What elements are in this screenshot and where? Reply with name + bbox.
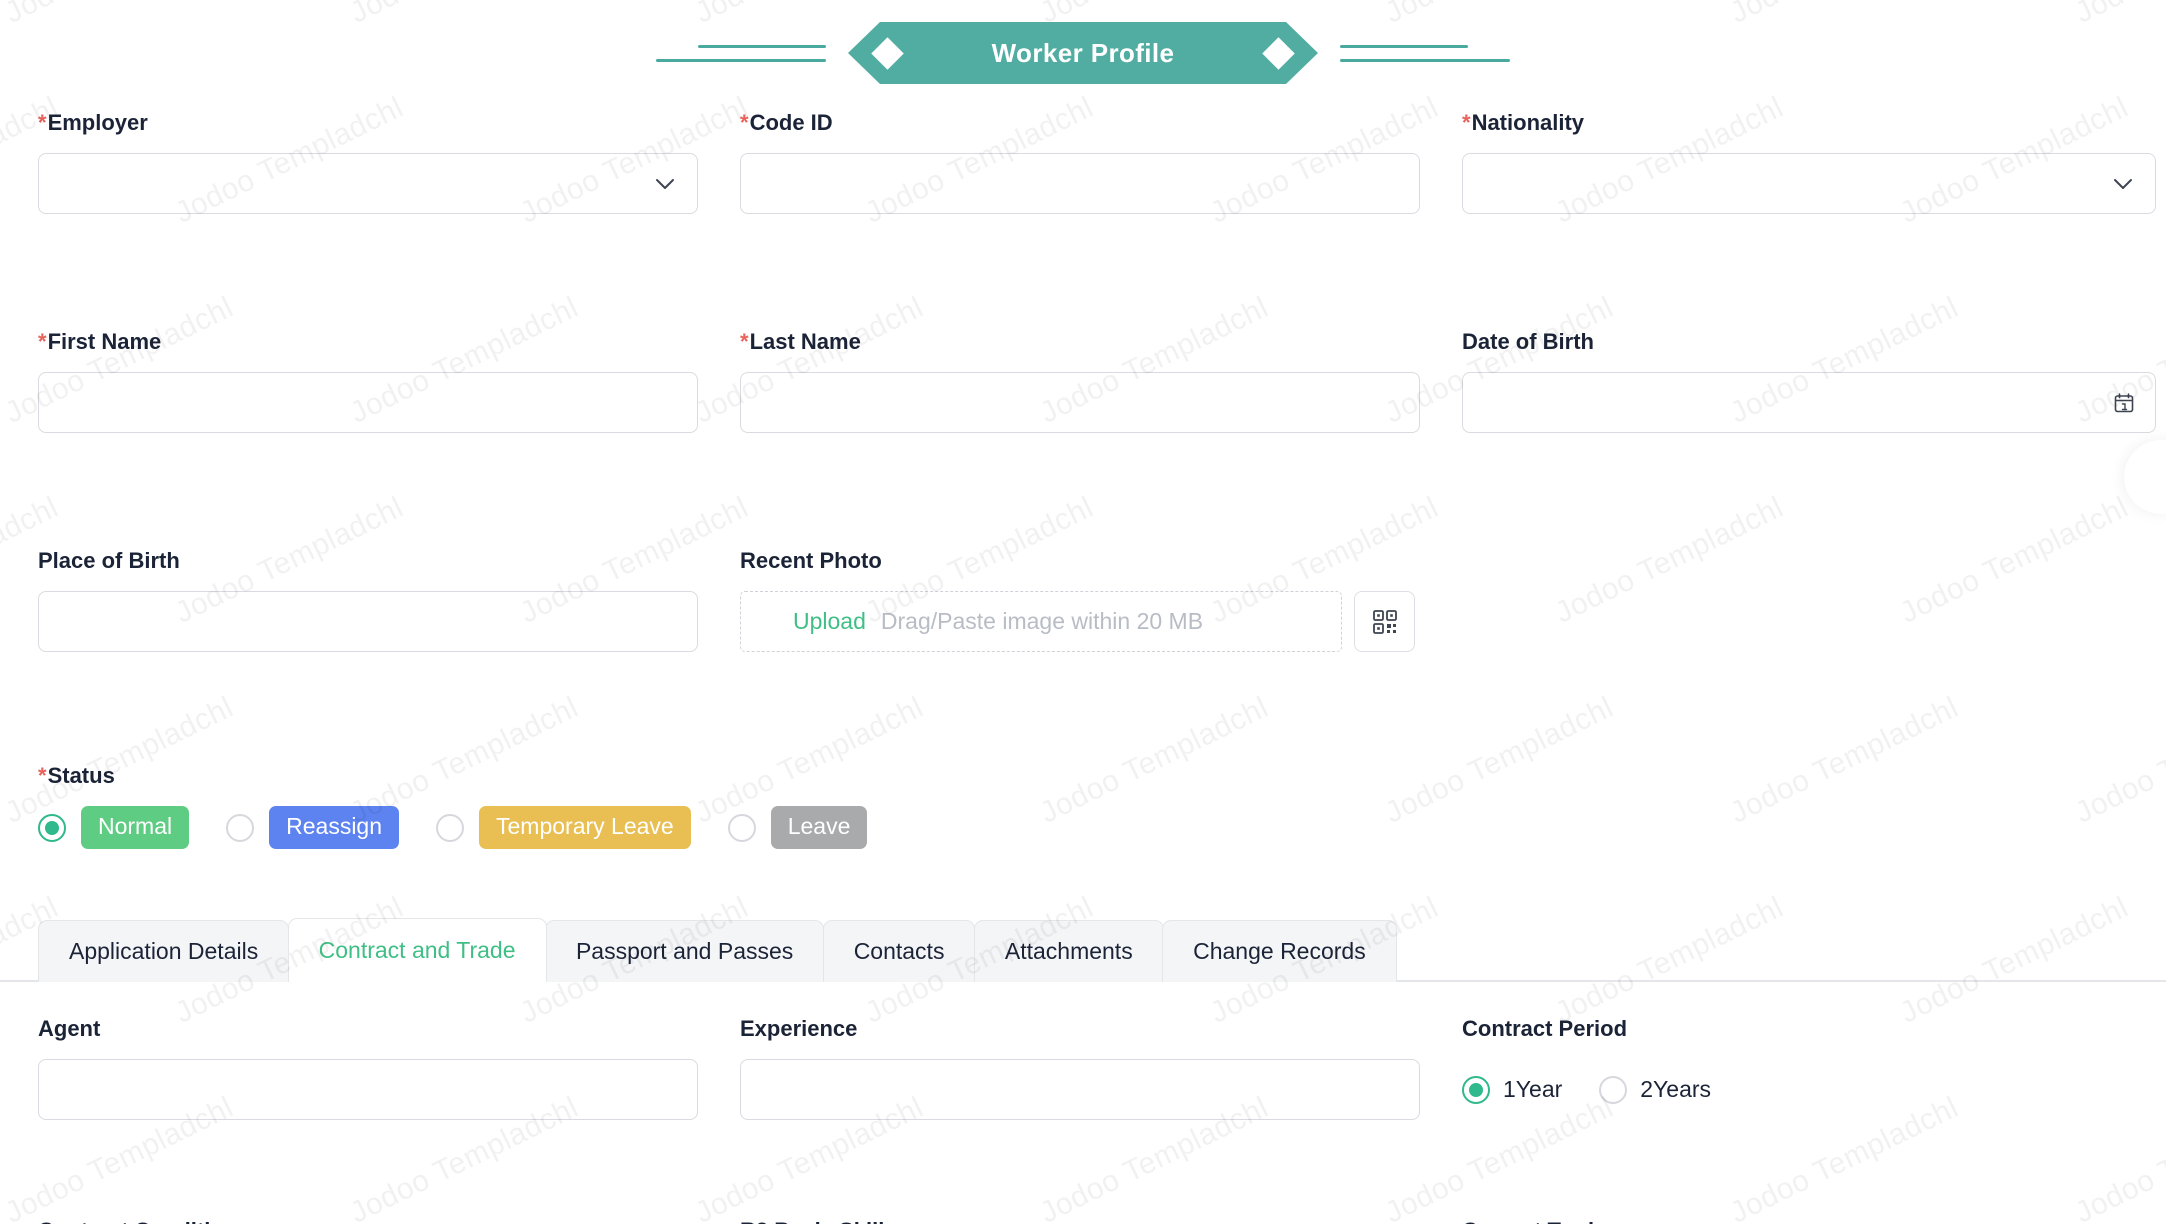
- banner-plate: Worker Profile: [848, 22, 1318, 84]
- field-nationality: *Nationality: [1444, 112, 2166, 214]
- label-experience: Experience: [740, 1016, 858, 1041]
- tab-passport-and-passes[interactable]: Passport and Passes: [544, 920, 825, 982]
- field-experience: Experience: [722, 1018, 1444, 1120]
- form-row-birth-photo: Place of Birth Recent Photo Upload Drag/…: [0, 550, 2166, 652]
- chevron-down-icon: [655, 178, 675, 190]
- last-name-input[interactable]: [740, 372, 1420, 433]
- contract-period-label: 2Years: [1640, 1076, 1712, 1102]
- required-marker: *: [740, 110, 749, 135]
- field-contract-condition: Contract Condition: [0, 1220, 722, 1224]
- tab-change-records[interactable]: Change Records: [1162, 920, 1397, 982]
- employer-select[interactable]: [38, 153, 698, 214]
- form-body: *Employer *Code ID *Nationality *First N…: [0, 112, 2166, 1224]
- upload-dropzone[interactable]: Upload Drag/Paste image within 20 MB: [740, 591, 1342, 652]
- label-employer: *Employer: [38, 110, 148, 135]
- label-contract-period: Contract Period: [1462, 1016, 1628, 1041]
- form-row-identity: *Employer *Code ID *Nationality: [0, 112, 2166, 214]
- status-radio-group: Normal Reassign Temporary Leave Leave: [38, 806, 2166, 849]
- code-id-input[interactable]: [740, 153, 1420, 214]
- label-nationality: *Nationality: [1462, 110, 1585, 135]
- label-place-of-birth: Place of Birth: [38, 548, 180, 573]
- form-cell-spacer: [1444, 550, 2166, 652]
- field-recent-photo: Recent Photo Upload Drag/Paste image wit…: [722, 550, 1444, 652]
- form-title-banner: Worker Profile: [0, 22, 2166, 84]
- form-row-name: *First Name *Last Name Date of Birth: [0, 331, 2166, 433]
- page-title: Worker Profile: [991, 37, 1175, 68]
- contract-period-label: 1Year: [1503, 1076, 1563, 1102]
- recent-photo-uploader: Upload Drag/Paste image within 20 MB: [740, 591, 1420, 652]
- label-current-trade: Current Trade: [1462, 1220, 2156, 1224]
- diamond-icon-left: [871, 37, 904, 70]
- status-badge: Normal: [81, 806, 190, 849]
- field-first-name: *First Name: [0, 331, 722, 433]
- status-option-temporary-leave[interactable]: Temporary Leave: [436, 806, 691, 849]
- form-row-contract-skill-trade: Contract Condition R2 Basic Skill Curren…: [0, 1220, 2166, 1224]
- radio-icon-selected[interactable]: [38, 813, 66, 842]
- banner-decoration-right: [1340, 44, 1510, 62]
- required-marker: *: [1462, 110, 1471, 135]
- status-badge: Temporary Leave: [479, 806, 691, 849]
- label-first-name: *First Name: [38, 329, 162, 354]
- chevron-down-icon: [2113, 178, 2133, 190]
- tab-contract-and-trade[interactable]: Contract and Trade: [287, 918, 547, 984]
- label-r2-basic-skill: R2 Basic Skill: [740, 1220, 1420, 1224]
- label-date-of-birth: Date of Birth: [1462, 329, 1594, 354]
- field-place-of-birth: Place of Birth: [0, 550, 722, 652]
- radio-icon[interactable]: [436, 813, 465, 842]
- form-row-agent-experience: Agent Experience Contract Period 1Year 2…: [0, 1018, 2166, 1120]
- tab-bar: Application Details Contract and Trade P…: [0, 918, 2166, 984]
- nationality-select[interactable]: [1462, 153, 2156, 214]
- label-agent: Agent: [38, 1016, 101, 1041]
- contract-period-radio-group: 1Year 2Years: [1462, 1059, 2156, 1120]
- radio-icon-selected[interactable]: [1462, 1075, 1490, 1104]
- tab-attachments[interactable]: Attachments: [973, 920, 1164, 982]
- experience-input[interactable]: [740, 1059, 1420, 1120]
- place-of-birth-input[interactable]: [38, 591, 698, 652]
- radio-icon[interactable]: [1599, 1075, 1628, 1104]
- calendar-icon[interactable]: [2113, 392, 2135, 414]
- banner-decoration-left: [656, 44, 826, 62]
- date-of-birth-input[interactable]: [1462, 372, 2156, 433]
- field-date-of-birth: Date of Birth: [1444, 331, 2166, 433]
- required-marker: *: [38, 329, 47, 354]
- field-employer: *Employer: [0, 112, 722, 214]
- qr-code-icon: [1372, 609, 1397, 634]
- label-contract-condition: Contract Condition: [38, 1220, 698, 1224]
- status-badge: Leave: [770, 806, 868, 849]
- label-code-id: *Code ID: [740, 110, 833, 135]
- tab-contacts[interactable]: Contacts: [822, 920, 976, 982]
- field-code-id: *Code ID: [722, 112, 1444, 214]
- status-badge: Reassign: [269, 806, 400, 849]
- field-contract-period: Contract Period 1Year 2Years: [1444, 1018, 2166, 1120]
- required-marker: *: [740, 329, 749, 354]
- label-status: *Status: [38, 763, 115, 788]
- field-r2-basic-skill: R2 Basic Skill: [722, 1220, 1444, 1224]
- tab-application-details[interactable]: Application Details: [38, 920, 290, 982]
- status-option-reassign[interactable]: Reassign: [226, 806, 400, 849]
- upload-button[interactable]: Upload: [793, 608, 866, 635]
- field-last-name: *Last Name: [722, 331, 1444, 433]
- radio-icon[interactable]: [727, 813, 756, 842]
- field-agent: Agent: [0, 1018, 722, 1120]
- agent-input[interactable]: [38, 1059, 698, 1120]
- label-recent-photo: Recent Photo: [740, 548, 882, 573]
- field-current-trade: Current Trade: [1444, 1220, 2166, 1224]
- required-marker: *: [38, 110, 47, 135]
- worker-profile-form-page: Worker Profile *Employer *Code ID *Natio…: [0, 0, 2166, 1224]
- field-status: *Status Normal Reassign Temporary Leave …: [0, 765, 2166, 849]
- status-option-normal[interactable]: Normal: [38, 806, 190, 849]
- contract-period-option-1year[interactable]: 1Year: [1462, 1075, 1563, 1104]
- qr-code-scan-button[interactable]: [1354, 591, 1415, 652]
- upload-hint-text: Drag/Paste image within 20 MB: [880, 608, 1204, 634]
- label-last-name: *Last Name: [740, 329, 861, 354]
- radio-icon[interactable]: [226, 813, 255, 842]
- required-marker: *: [38, 763, 47, 788]
- first-name-input[interactable]: [38, 372, 698, 433]
- contract-period-option-2years[interactable]: 2Years: [1599, 1075, 1712, 1104]
- status-option-leave[interactable]: Leave: [727, 806, 868, 849]
- diamond-icon-right: [1262, 37, 1295, 70]
